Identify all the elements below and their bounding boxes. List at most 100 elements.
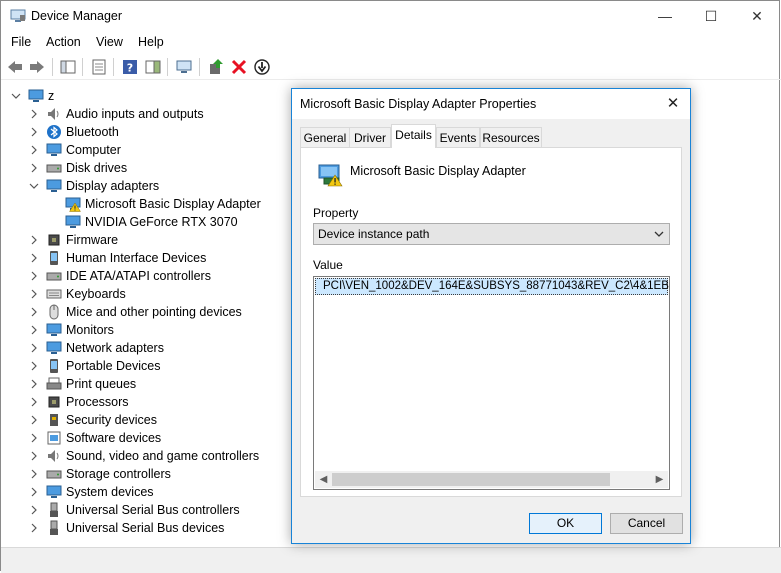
maximize-button[interactable]: ☐ bbox=[688, 1, 734, 31]
chevron-right-icon[interactable] bbox=[29, 321, 39, 339]
chevron-right-icon[interactable] bbox=[29, 393, 39, 411]
chevron-right-icon[interactable] bbox=[29, 519, 39, 537]
tab-driver[interactable]: Driver bbox=[349, 127, 391, 147]
scroll-left-icon[interactable]: ◀ bbox=[315, 471, 332, 488]
chevron-right-icon[interactable] bbox=[29, 501, 39, 519]
menu-action[interactable]: Action bbox=[46, 35, 81, 49]
disable-device-icon[interactable] bbox=[253, 58, 271, 76]
tree-item-label: Processors bbox=[66, 395, 129, 409]
scroll-right-icon[interactable]: ▶ bbox=[651, 471, 668, 488]
chevron-down-icon[interactable] bbox=[29, 177, 39, 195]
chevron-right-icon[interactable] bbox=[29, 357, 39, 375]
chevron-right-icon[interactable] bbox=[29, 339, 39, 357]
properties-icon[interactable] bbox=[90, 58, 108, 76]
chevron-right-icon[interactable] bbox=[29, 231, 39, 249]
chevron-right-icon[interactable] bbox=[29, 159, 39, 177]
tree-item-label: NVIDIA GeForce RTX 3070 bbox=[85, 215, 238, 229]
menu-view[interactable]: View bbox=[96, 35, 123, 49]
tree-item-label: Universal Serial Bus controllers bbox=[66, 503, 240, 517]
computer-icon bbox=[46, 141, 62, 159]
title-bar: Device Manager — ☐ ✕ bbox=[1, 1, 781, 31]
monitor-icon bbox=[46, 321, 62, 339]
speaker-icon bbox=[46, 105, 62, 123]
toolbar-separator bbox=[52, 58, 53, 76]
hid-icon bbox=[46, 249, 62, 267]
tree-item-label: Monitors bbox=[66, 323, 114, 337]
tree-item-label: Audio inputs and outputs bbox=[66, 107, 204, 121]
window-title: Device Manager bbox=[31, 9, 123, 23]
bluetooth-icon bbox=[46, 123, 62, 141]
dialog-title-bar: Microsoft Basic Display Adapter Properti… bbox=[292, 89, 690, 119]
computer-icon bbox=[28, 87, 44, 105]
tree-item-label: Keyboards bbox=[66, 287, 126, 301]
device-name: Microsoft Basic Display Adapter bbox=[350, 164, 526, 178]
tree-item-label: Bluetooth bbox=[66, 125, 119, 139]
help-icon[interactable]: ? bbox=[121, 58, 139, 76]
system-icon bbox=[46, 483, 62, 501]
property-selected-value: Device instance path bbox=[318, 227, 430, 241]
value-list-item[interactable]: PCI\VEN_1002&DEV_164E&SUBSYS_88771043&RE… bbox=[315, 278, 669, 295]
tree-item-label: Computer bbox=[66, 143, 121, 157]
chevron-right-icon[interactable] bbox=[29, 483, 39, 501]
tree-item-label: Security devices bbox=[66, 413, 158, 427]
chevron-right-icon[interactable] bbox=[29, 105, 39, 123]
scan-hardware-icon[interactable] bbox=[175, 58, 193, 76]
horizontal-scrollbar[interactable]: ◀ ▶ bbox=[315, 471, 668, 488]
tree-item-label: Human Interface Devices bbox=[66, 251, 207, 265]
chevron-right-icon[interactable] bbox=[29, 303, 39, 321]
security-icon bbox=[46, 411, 62, 429]
menu-help[interactable]: Help bbox=[138, 35, 164, 49]
storage-icon bbox=[46, 465, 62, 483]
tree-item-label: Network adapters bbox=[66, 341, 164, 355]
minimize-button[interactable]: — bbox=[642, 1, 688, 31]
chevron-down-icon[interactable] bbox=[11, 87, 21, 105]
tab-resources[interactable]: Resources bbox=[480, 127, 542, 147]
menu-bar: File Action View Help bbox=[1, 32, 781, 52]
ok-button[interactable]: OK bbox=[529, 513, 602, 534]
chevron-right-icon[interactable] bbox=[29, 123, 39, 141]
display-adapter-warning-icon bbox=[65, 195, 81, 213]
tree-item-label: Firmware bbox=[66, 233, 119, 247]
display-adapter-icon bbox=[65, 213, 81, 231]
value-list[interactable]: PCI\VEN_1002&DEV_164E&SUBSYS_88771043&RE… bbox=[313, 276, 670, 490]
tree-item-label: Portable Devices bbox=[66, 359, 161, 373]
back-arrow-icon[interactable] bbox=[6, 58, 24, 76]
action-pane-icon[interactable] bbox=[144, 58, 162, 76]
chevron-right-icon[interactable] bbox=[29, 267, 39, 285]
device-tree: z Audio inputs and outputs Bluetooth Comput… bbox=[1, 83, 291, 543]
properties-dialog: Microsoft Basic Display Adapter Properti… bbox=[291, 88, 691, 544]
tab-events[interactable]: Events bbox=[436, 127, 480, 147]
toolbar-separator bbox=[113, 58, 114, 76]
tree-item-label: IDE ATA/ATAPI controllers bbox=[66, 269, 211, 283]
scrollbar-thumb[interactable] bbox=[332, 473, 610, 486]
chevron-right-icon[interactable] bbox=[29, 465, 39, 483]
toolbar-separator bbox=[167, 58, 168, 76]
dialog-close-button[interactable]: ✕ bbox=[656, 89, 690, 119]
chevron-right-icon[interactable] bbox=[29, 141, 39, 159]
chevron-right-icon[interactable] bbox=[29, 447, 39, 465]
show-hide-console-tree-icon[interactable] bbox=[59, 58, 77, 76]
tab-general[interactable]: General bbox=[300, 127, 350, 147]
update-driver-icon[interactable] bbox=[207, 58, 225, 76]
chevron-right-icon[interactable] bbox=[29, 249, 39, 267]
disk-icon bbox=[46, 159, 62, 177]
tab-details[interactable]: Details bbox=[391, 124, 436, 148]
display-adapter-warning-icon bbox=[318, 164, 343, 187]
close-button[interactable]: ✕ bbox=[734, 1, 780, 31]
usb-device-icon bbox=[46, 519, 62, 537]
tree-item-label: Sound, video and game controllers bbox=[66, 449, 260, 463]
display-adapter-icon bbox=[46, 177, 62, 195]
uninstall-device-icon[interactable] bbox=[230, 58, 248, 76]
property-dropdown[interactable]: Device instance path bbox=[313, 223, 670, 245]
dialog-title: Microsoft Basic Display Adapter Properti… bbox=[300, 97, 537, 111]
chevron-right-icon[interactable] bbox=[29, 375, 39, 393]
tree-item-label: Print queues bbox=[66, 377, 137, 391]
cancel-button[interactable]: Cancel bbox=[610, 513, 683, 534]
chevron-right-icon[interactable] bbox=[29, 411, 39, 429]
software-icon bbox=[46, 429, 62, 447]
chevron-right-icon[interactable] bbox=[29, 429, 39, 447]
forward-arrow-icon[interactable] bbox=[28, 58, 46, 76]
tree-item-label: Software devices bbox=[66, 431, 162, 445]
chevron-right-icon[interactable] bbox=[29, 285, 39, 303]
menu-file[interactable]: File bbox=[11, 35, 31, 49]
